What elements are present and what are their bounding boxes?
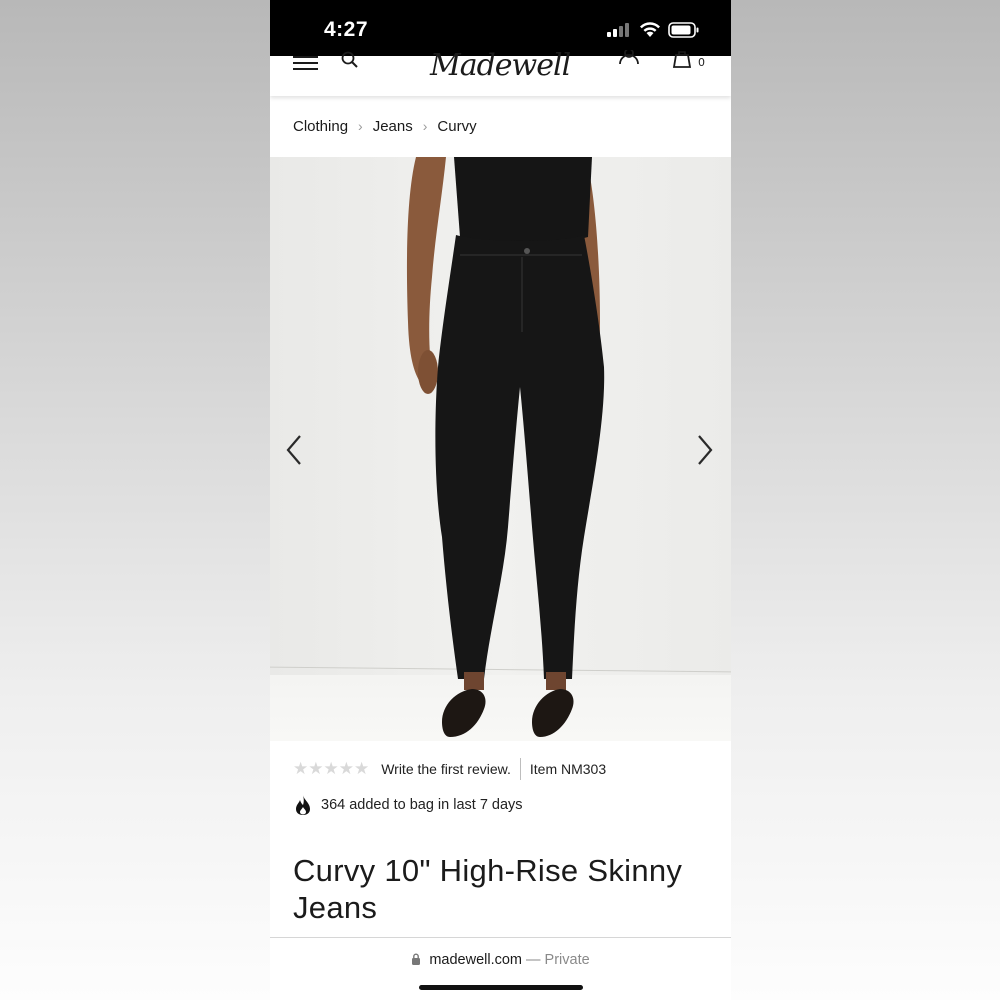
madewell-logo[interactable]: Madewell bbox=[430, 48, 571, 83]
item-number: Item NM303 bbox=[529, 761, 607, 777]
cellular-signal-icon bbox=[607, 23, 629, 37]
bag-count: 0 bbox=[698, 56, 705, 69]
battery-icon bbox=[668, 22, 699, 38]
menu-icon[interactable] bbox=[293, 56, 319, 70]
site-header: Madewell 0 bbox=[270, 48, 731, 96]
product-photo-model bbox=[406, 157, 605, 737]
reviews-row: ★★★★★ Write the first review. Item NM303 bbox=[293, 758, 606, 780]
chevron-left-icon[interactable] bbox=[282, 432, 306, 468]
popularity-text: 364 added to bag in last 7 days bbox=[321, 797, 523, 813]
private-indicator: — Private bbox=[526, 952, 590, 968]
chevron-right-icon: › bbox=[358, 118, 363, 134]
url-domain: madewell.com bbox=[429, 952, 522, 968]
shopping-bag-icon[interactable] bbox=[671, 51, 693, 69]
chevron-right-icon[interactable] bbox=[693, 432, 717, 468]
wifi-icon bbox=[640, 22, 660, 37]
product-title: Curvy 10" High-Rise Skinny Jeans bbox=[293, 853, 683, 925]
home-indicator[interactable] bbox=[419, 985, 583, 990]
search-icon[interactable] bbox=[340, 50, 360, 70]
breadcrumb: Clothing › Jeans › Curvy bbox=[293, 116, 477, 136]
chevron-right-icon: › bbox=[422, 118, 428, 134]
account-icon[interactable] bbox=[617, 50, 641, 70]
breadcrumb-curvy[interactable]: Curvy bbox=[437, 118, 476, 135]
divider bbox=[519, 758, 521, 780]
status-time: 4:27 bbox=[324, 18, 369, 41]
background-blur-left bbox=[0, 0, 270, 1000]
flame-icon bbox=[296, 795, 310, 815]
rating-stars[interactable]: ★★★★★ bbox=[293, 759, 369, 779]
browser-address-bar[interactable]: madewell.com — Private bbox=[270, 937, 731, 1000]
lock-icon bbox=[412, 953, 421, 965]
breadcrumb-jeans[interactable]: Jeans bbox=[373, 118, 413, 135]
phone-screen: 4:27 Madewell 0 Clothing › Jeans › Curvy… bbox=[270, 0, 731, 1000]
background-blur-right bbox=[730, 0, 1000, 1000]
write-review-link[interactable]: Write the first review. bbox=[381, 761, 511, 777]
url-row[interactable]: madewell.com — Private bbox=[270, 952, 731, 968]
breadcrumb-clothing[interactable]: Clothing bbox=[293, 118, 348, 135]
popularity-notice: 364 added to bag in last 7 days bbox=[293, 794, 523, 816]
product-image-carousel[interactable] bbox=[270, 157, 731, 741]
